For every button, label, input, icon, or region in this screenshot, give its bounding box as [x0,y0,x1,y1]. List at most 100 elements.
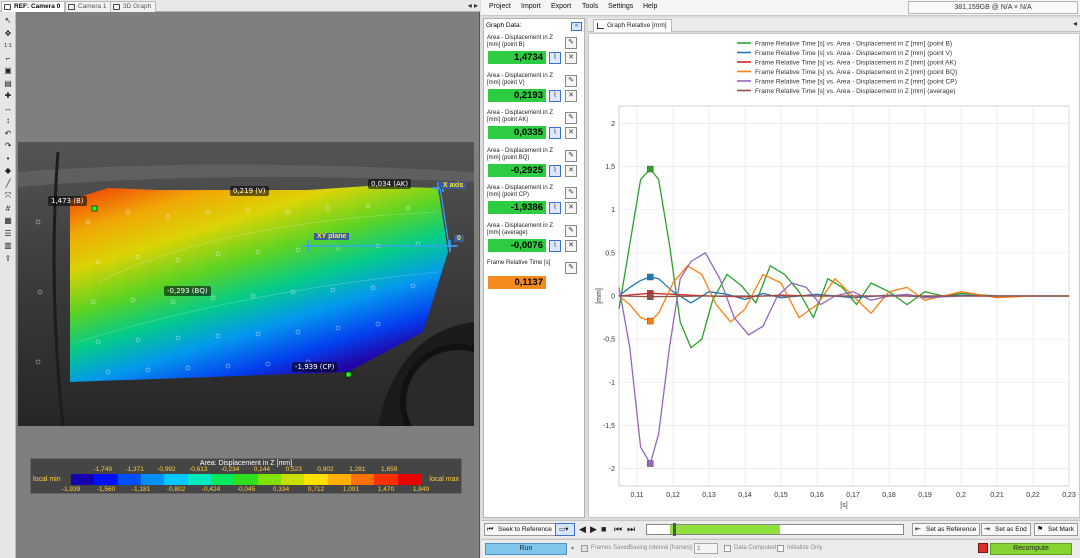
layers-icon[interactable]: ▥ [2,241,14,251]
pan-vertical-icon[interactable]: ↕ [2,116,14,126]
redo-icon[interactable]: ↷ [2,141,14,151]
xy-plane-label[interactable]: XY plane [314,233,350,240]
menu-project[interactable]: Project [489,3,511,10]
edit-pen-icon[interactable]: ✎ [565,262,577,274]
colorbar-tick-top: 0,144 [253,466,271,473]
cursor-marker[interactable] [647,273,654,281]
tab-3d-graph[interactable]: 3D Graph [110,1,157,12]
colorbar-swatch [94,474,118,485]
graph-data-panel: Graph Data: « Area - Displacement in Z [… [483,18,585,518]
show-graph-icon[interactable]: ⌇ [549,202,561,214]
line-chart[interactable]: 2 1,5 1 0,5 0 -0,5 -1 -1,5 -2 0,11 0,12 0,13 0,14 0,1… [588,33,1080,518]
first-frame-icon[interactable]: ⏮ [614,523,622,536]
point-label-v[interactable]: 0,219 (V) [230,186,269,196]
chevron-down-icon[interactable]: ▾ [571,545,574,552]
set-mark-button[interactable]: ⚑ Set Mark [1034,523,1079,536]
colorbar-tick-bottom: 1,849 [412,486,430,493]
colorbar-swatch [327,474,351,485]
recompute-button[interactable]: Recompute [990,543,1072,555]
edit-pen-icon[interactable]: ✎ [565,37,577,49]
undo-icon[interactable]: ↶ [2,129,14,139]
stop-record-button[interactable] [978,543,988,553]
move-icon[interactable]: ✥ [2,29,14,39]
show-graph-icon[interactable]: ⌇ [549,52,561,64]
edit-pen-icon[interactable]: ✎ [565,74,577,87]
legend-entry: Frame Relative Time [s] vs. Area - Displ… [755,88,955,95]
timeline-slider[interactable] [646,523,904,536]
tools-icon[interactable]: ✕ [565,52,577,64]
timeline-cursor[interactable] [672,523,676,536]
diamond-icon[interactable]: ◆ [2,166,14,176]
line-tool-icon[interactable]: ╱ [2,179,14,189]
set-as-reference-button[interactable]: ⇤ Set as Reference [912,523,981,536]
edit-pen-icon[interactable]: ✎ [565,187,577,199]
pan-horizontal-icon[interactable]: ↔ [2,104,14,114]
point-label-ak[interactable]: 0,034 (AK) [368,179,412,189]
run-button[interactable]: Run [485,543,567,555]
zoom-in-icon[interactable]: ✚ [2,91,14,101]
point-label-cp[interactable]: -1,939 (CP) [292,362,338,372]
last-frame-icon[interactable]: ⏭ [627,523,635,536]
image-icon[interactable]: ▤ [2,79,14,89]
data-computed-checkbox[interactable] [724,545,731,552]
cursor-marker[interactable] [647,460,654,467]
graph-nav-arrow[interactable]: ◂ [1073,19,1077,28]
tools-icon[interactable]: ✕ [565,202,577,214]
x-axis-label[interactable]: X axis [440,182,467,189]
select-icon[interactable]: ↖ [2,16,14,26]
tab-ref-camera-0[interactable]: REF: Camera 0 [1,1,66,12]
y-tick-label: 1 [611,207,615,214]
step-back-icon[interactable]: ◀ [579,523,586,536]
play-icon[interactable]: ▶ [590,523,597,536]
cursor-marker[interactable] [647,165,654,173]
show-graph-icon[interactable]: ⌇ [549,127,561,139]
stretch-icon[interactable]: ⤧ [2,191,14,201]
menu-settings[interactable]: Settings [608,3,633,10]
show-graph-icon[interactable]: ⌇ [549,164,561,177]
zoom-1-1-icon[interactable]: 1:1 [2,41,14,51]
x-tick-label: 0,21 [990,492,1004,499]
seek-to-reference-button[interactable]: ⏮ Seek to Reference [484,523,556,536]
fit-icon[interactable]: ▣ [2,66,14,76]
series-line[interactable] [618,295,1069,298]
set-as-end-button[interactable]: ⇥ Set as End [981,523,1031,536]
point-label-bq[interactable]: -0,293 (BQ) [164,286,211,296]
cursor-marker[interactable] [647,317,654,325]
view-mode-dropdown[interactable]: ▭▾ [555,523,575,536]
list-icon[interactable]: ☰ [2,229,14,239]
point-icon[interactable]: • [2,154,14,164]
show-graph-icon[interactable]: ⌇ [549,239,561,252]
show-graph-icon[interactable]: ⌇ [549,89,561,102]
y-tick-label: -1 [609,380,615,387]
tab-nav-arrows[interactable]: ◂ ▸ [468,1,478,10]
export-icon[interactable]: ⇪ [2,254,14,264]
origin-label[interactable]: 0 [454,235,464,242]
tab-graph-relative[interactable]: Graph Relative [mm] [593,19,672,32]
menu-tools[interactable]: Tools [582,3,598,10]
tools-icon[interactable]: ✕ [565,164,577,177]
tools-icon[interactable]: ✕ [565,89,577,102]
camera-image-viewport[interactable]: 1,473 (B) 0,219 (V) 0,034 (AK) -0,293 (B… [18,142,474,426]
tab-camera-1[interactable]: Camera 1 [65,1,112,12]
point-label-b[interactable]: 1,473 (B) [48,196,87,206]
edit-pen-icon[interactable]: ✎ [565,149,577,162]
cursor-marker[interactable] [647,293,654,300]
grid-icon[interactable]: # [2,204,14,214]
menu-export[interactable]: Export [551,3,571,10]
edit-pen-icon[interactable]: ✎ [565,224,577,237]
collapse-panel-button[interactable]: « [571,22,582,31]
saving-interval-input[interactable]: 1 [694,543,718,554]
menu-help[interactable]: Help [643,3,657,10]
table-icon[interactable]: ▦ [2,216,14,226]
tools-icon[interactable]: ✕ [565,239,577,252]
edit-pen-icon[interactable]: ✎ [565,112,577,124]
x-tick-label: 0,11 [630,492,643,499]
tab-label: Graph Relative [mm] [607,22,667,29]
stop-icon[interactable]: ■ [601,523,606,536]
crop-icon[interactable]: ⌐ [2,54,14,64]
menu-import[interactable]: Import [521,3,541,10]
initialize-only-checkbox[interactable] [777,545,784,552]
x-tick-label: 0,16 [810,492,824,499]
frames-saved-checkbox[interactable] [581,545,588,552]
tools-icon[interactable]: ✕ [565,127,577,139]
